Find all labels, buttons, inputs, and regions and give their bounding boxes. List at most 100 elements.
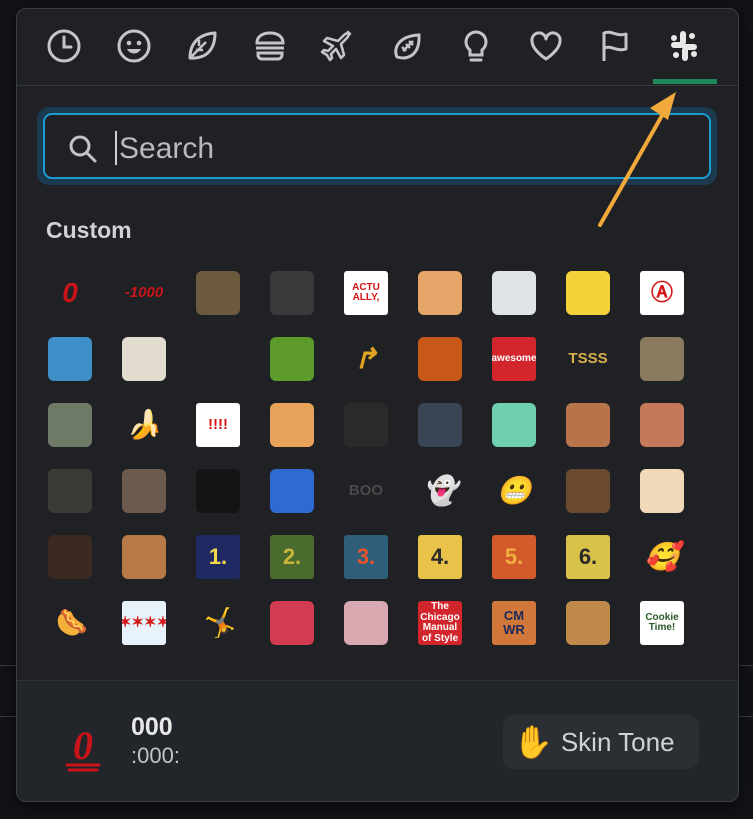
emoji-baby-yoda[interactable] <box>638 335 686 383</box>
search-box[interactable] <box>43 113 711 179</box>
emoji-cmwr[interactable]: CM WR <box>490 599 538 647</box>
emoji-person[interactable] <box>46 467 94 515</box>
emoji-five[interactable]: 5. <box>490 533 538 581</box>
emoji-image <box>122 337 166 381</box>
preview-code: :000: <box>131 743 180 768</box>
emoji-caillou[interactable] <box>638 467 686 515</box>
emoji-ghost[interactable]: 👻 <box>416 467 464 515</box>
emoji-tsss[interactable]: TSSS <box>564 335 612 383</box>
emoji-image: 🍌 <box>126 409 162 441</box>
emoji-image <box>48 337 92 381</box>
emoji-phone-lady[interactable] <box>416 335 464 383</box>
category-tabs <box>17 9 738 86</box>
emoji-box[interactable] <box>120 533 168 581</box>
emoji-actually[interactable]: ACTU ALLY, <box>342 269 390 317</box>
emoji-chicago-manual[interactable]: The Chicago Manual of Style <box>416 599 464 647</box>
emoji-dark-photo[interactable] <box>46 533 94 581</box>
tab-custom[interactable] <box>659 21 709 71</box>
active-tab-indicator <box>653 79 717 84</box>
tab-activities[interactable] <box>383 21 433 71</box>
emoji-image <box>196 469 240 513</box>
emoji-grogu[interactable] <box>46 401 94 449</box>
emoji-walking[interactable] <box>268 269 316 317</box>
emoji-image: BOO <box>348 482 384 500</box>
emoji-two[interactable]: 2. <box>268 533 316 581</box>
emoji-chicago[interactable]: ✶✶✶✶ <box>120 599 168 647</box>
emoji-boars[interactable] <box>194 269 242 317</box>
emoji-cookie-time[interactable]: Cookie Time! <box>638 599 686 647</box>
emoji-four[interactable]: 4. <box>416 533 464 581</box>
emoji-banana-dance[interactable]: 🍌 <box>120 401 168 449</box>
emoji-woman-drinking[interactable] <box>342 599 390 647</box>
emoji-six[interactable]: 6. <box>564 533 612 581</box>
emoji-image: Ⓐ <box>640 271 684 315</box>
emoji-chef[interactable]: 🥰 <box>638 533 686 581</box>
emoji-image <box>122 469 166 513</box>
emoji-can[interactable] <box>490 269 538 317</box>
emoji-ahsoka[interactable] <box>416 269 464 317</box>
tab-objects[interactable] <box>451 21 501 71</box>
emoji-face-1[interactable] <box>564 401 612 449</box>
emoji-chair[interactable] <box>564 467 612 515</box>
emoji-image <box>270 601 314 645</box>
emoji-crystal[interactable] <box>490 401 538 449</box>
emoji-one[interactable]: 1. <box>194 533 242 581</box>
emoji-blue-shell[interactable] <box>268 467 316 515</box>
emoji-horn[interactable] <box>564 269 612 317</box>
emoji-bb8[interactable] <box>268 401 316 449</box>
emoji-kylo-2[interactable] <box>416 401 464 449</box>
tab-food[interactable] <box>245 21 295 71</box>
emoji-image <box>566 403 610 447</box>
emoji-awesome[interactable]: awesome <box>490 335 538 383</box>
emoji-villager[interactable] <box>46 335 94 383</box>
emoji-image: 0 <box>62 277 78 309</box>
emoji-image <box>48 535 92 579</box>
emoji-image: 🌭 <box>52 607 88 639</box>
emoji-kylo[interactable] <box>342 401 390 449</box>
emoji-bang[interactable]: !!!! <box>194 401 242 449</box>
emoji-face-2[interactable] <box>638 401 686 449</box>
emoji-000[interactable]: 0 <box>46 269 94 317</box>
tab-smileys[interactable] <box>109 21 159 71</box>
emoji-anarchy[interactable]: Ⓐ <box>638 269 686 317</box>
emoji-chuck[interactable]: 🤸 <box>194 599 242 647</box>
emoji-image: 😬 <box>496 475 532 507</box>
emoji-clogs[interactable] <box>268 599 316 647</box>
slack-icon <box>671 31 697 61</box>
tab-recent[interactable] <box>39 21 89 71</box>
clock-icon <box>47 29 81 63</box>
tab-travel[interactable] <box>313 21 363 71</box>
emoji-green-apple[interactable] <box>268 335 316 383</box>
raised-hand-icon: ✋ <box>513 724 553 760</box>
emoji-image <box>270 271 314 315</box>
emoji-grimace[interactable]: 😬 <box>490 467 538 515</box>
skin-tone-button[interactable]: ✋ Skin Tone <box>503 715 699 769</box>
preview-name: 000 <box>131 713 173 741</box>
heart-icon <box>530 31 562 61</box>
emoji-image: TSSS <box>568 350 608 368</box>
emoji-hotdog[interactable]: 🌭 <box>46 599 94 647</box>
emoji-image: 4. <box>418 535 462 579</box>
emoji-apple[interactable] <box>194 335 242 383</box>
burger-icon <box>255 31 285 61</box>
emoji-appa[interactable] <box>120 335 168 383</box>
skin-tone-label: Skin Tone <box>560 726 675 757</box>
emoji-blackbox[interactable] <box>194 467 242 515</box>
emoji--1000[interactable]: -1000 <box>120 269 168 317</box>
emoji-image <box>418 271 462 315</box>
tab-flags[interactable] <box>589 21 639 71</box>
emoji-image: 1. <box>196 535 240 579</box>
emoji-three[interactable]: 3. <box>342 533 390 581</box>
search-input[interactable] <box>117 125 681 173</box>
emoji-dog[interactable] <box>120 467 168 515</box>
emoji-arrow-shoot[interactable]: ↱ <box>342 335 390 383</box>
tab-nature[interactable] <box>177 21 227 71</box>
emoji-iced-coffee[interactable] <box>564 599 612 647</box>
emoji-image <box>640 337 684 381</box>
emoji-image <box>566 469 610 513</box>
emoji-image <box>492 403 536 447</box>
emoji-image: 🤸 <box>200 607 236 639</box>
tab-symbols[interactable] <box>521 21 571 71</box>
emoji-boo[interactable]: BOO <box>342 467 390 515</box>
emoji-image <box>48 469 92 513</box>
